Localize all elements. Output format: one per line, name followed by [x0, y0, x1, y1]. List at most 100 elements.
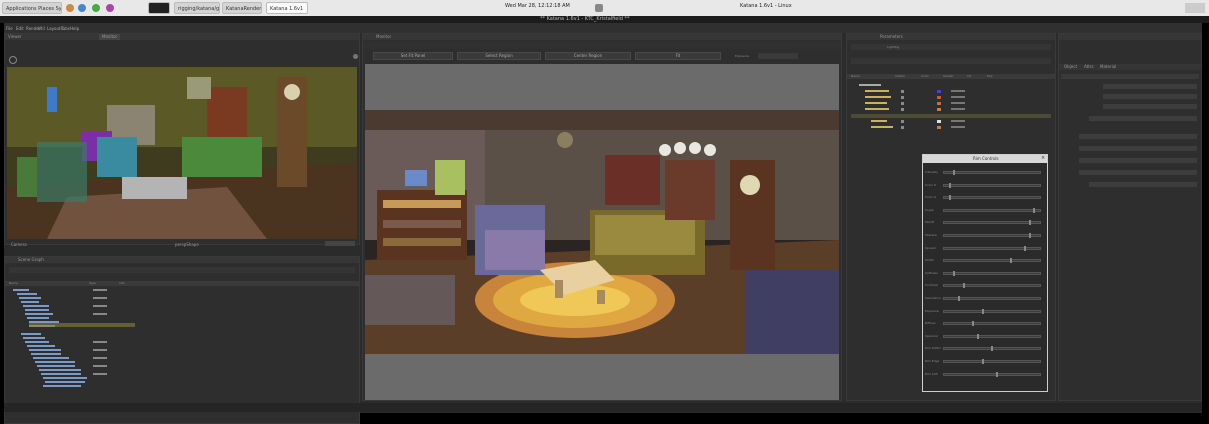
attrs-field-8[interactable]	[1079, 170, 1197, 175]
tab-viewer[interactable]: Viewer	[5, 34, 25, 40]
monitor-pane: Monitor Set Fit Panel Select Region Cent…	[362, 33, 842, 401]
camera-icon[interactable]	[353, 54, 358, 59]
menu-edit[interactable]: Edit	[16, 26, 24, 32]
os-tab-render[interactable]: KatanaRender	[222, 2, 262, 14]
files-icon[interactable]	[106, 4, 114, 12]
katana-app: File Edit Render Util Layouts Tabs Help …	[4, 23, 1202, 424]
tab-monitor[interactable]: Monitor	[99, 34, 121, 40]
rim-control-label: Rim Width	[925, 346, 941, 351]
rim-control-slider[interactable]	[943, 195, 1041, 201]
menu-file[interactable]: File	[6, 26, 13, 32]
rim-control-slider[interactable]	[943, 270, 1041, 276]
mail-icon[interactable]	[78, 4, 86, 12]
viewer-tabbar: Viewer Monitor	[5, 34, 359, 40]
menu-bar: File Edit Render Util Layouts Tabs Help	[4, 23, 1202, 33]
os-app-menu[interactable]: Applications Places System	[2, 2, 62, 14]
rim-control-slider[interactable]	[943, 359, 1041, 364]
rim-control-slider[interactable]	[943, 170, 1041, 175]
tab-scenegraph[interactable]: Scene Graph	[15, 257, 47, 263]
slider-knob[interactable]	[1009, 258, 1012, 264]
rim-control-slider[interactable]	[943, 346, 1041, 352]
attrs-field-7[interactable]	[1079, 158, 1197, 163]
terminal-icon[interactable]	[92, 4, 100, 12]
rim-control-slider[interactable]	[943, 283, 1041, 289]
attrs-field-2[interactable]	[1103, 94, 1197, 99]
attrs-field-4[interactable]	[1089, 116, 1197, 121]
slider-knob[interactable]	[953, 270, 956, 276]
tab-parameters[interactable]: Parameters	[877, 34, 906, 40]
scenegraph-tree[interactable]	[9, 289, 139, 419]
viewer-camera-label: perspShape	[175, 242, 199, 247]
attrs-field-9[interactable]	[1089, 182, 1197, 187]
browser-icon[interactable]	[66, 4, 74, 12]
slider-knob[interactable]	[981, 308, 984, 314]
slider-knob[interactable]	[972, 321, 975, 327]
center-region-button[interactable]: Center Region	[545, 52, 631, 60]
os-tab-katana[interactable]: Katana 1.6v1	[266, 2, 308, 14]
slider-knob[interactable]	[1033, 207, 1036, 213]
slider-knob[interactable]	[962, 283, 965, 289]
tab-monitor-main[interactable]: Monitor	[373, 34, 394, 40]
attrs-field-3[interactable]	[1103, 104, 1197, 109]
rim-control-slider[interactable]	[943, 182, 1041, 188]
slider-knob[interactable]	[995, 371, 998, 377]
slider-knob[interactable]	[991, 346, 993, 352]
col-type: Type	[89, 281, 96, 285]
viewer-viewport[interactable]	[7, 67, 357, 239]
attrs-field-6[interactable]	[1079, 146, 1197, 151]
viewer-icon[interactable]	[9, 56, 17, 64]
scenegraph-toolbar[interactable]	[9, 267, 355, 273]
lights-col-shader: Shader	[943, 74, 954, 78]
attrs-tab-attrs[interactable]: Attrs	[1081, 64, 1097, 70]
os-clock: Wed Mar 28, 12:12:18 AM	[505, 3, 570, 9]
menu-util[interactable]: Util	[38, 26, 45, 32]
attrs-tab-material[interactable]: Material	[1097, 64, 1119, 70]
rim-control-slider[interactable]	[943, 258, 1041, 264]
os-tab-terminal[interactable]	[148, 2, 170, 14]
lights-list[interactable]	[851, 82, 1051, 142]
timeline-bar[interactable]	[4, 403, 1202, 412]
attrs-field-1[interactable]	[1103, 84, 1197, 89]
params-toolbar[interactable]: LightRig	[851, 44, 1051, 50]
rim-control-slider[interactable]	[943, 333, 1041, 339]
window-controls[interactable]	[1185, 3, 1205, 13]
rim-control-slider[interactable]	[943, 207, 1041, 213]
rim-control-label: Color R	[925, 182, 936, 187]
rim-controls-titlebar[interactable]: Rim Controls ×	[923, 155, 1047, 163]
volume-icon[interactable]	[595, 4, 603, 12]
slider-knob[interactable]	[948, 195, 951, 201]
attrs-section-header[interactable]	[1061, 74, 1199, 79]
menu-help[interactable]: Help	[70, 26, 79, 32]
rim-control-label: Softness	[925, 270, 938, 275]
menu-tabs[interactable]: Tabs	[61, 26, 70, 32]
slider-knob[interactable]	[958, 296, 961, 301]
slider-knob[interactable]	[1028, 220, 1031, 226]
attrs-tab-object[interactable]: Object	[1061, 64, 1080, 70]
params-options-row[interactable]	[851, 58, 1051, 64]
rim-control-slider[interactable]	[943, 296, 1041, 301]
viewer-toolbar[interactable]	[325, 241, 355, 246]
exposure-field[interactable]	[758, 53, 798, 59]
close-icon[interactable]: ×	[1041, 155, 1045, 161]
rim-controls-dialog: Rim Controls × Intensity Color R Color G An…	[922, 154, 1048, 392]
window-titlebar: ** Katana 1.6v1 - KTC_Kristalfield **	[0, 16, 1209, 23]
rim-control-slider[interactable]	[943, 220, 1041, 226]
fit-button[interactable]: Fit	[635, 52, 721, 60]
select-region-button[interactable]: Select Region	[457, 52, 541, 60]
rim-control-slider[interactable]	[943, 233, 1041, 238]
slider-knob[interactable]	[953, 170, 956, 175]
rim-control-slider[interactable]	[943, 371, 1041, 377]
rim-control-slider[interactable]	[943, 321, 1041, 327]
rim-control-slider[interactable]	[943, 245, 1041, 251]
rim-control-slider[interactable]	[943, 308, 1041, 314]
slider-knob[interactable]	[1023, 245, 1026, 251]
os-tab-rigging[interactable]: rigging/katana/gpu	[174, 2, 220, 14]
slider-knob[interactable]	[976, 333, 979, 339]
slider-knob[interactable]	[1028, 233, 1031, 238]
viewer-pane: Viewer Monitor Camera perspShape	[4, 33, 360, 247]
render-viewport[interactable]	[365, 64, 839, 400]
attrs-field-5[interactable]	[1079, 134, 1197, 139]
set-fit-panel-button[interactable]: Set Fit Panel	[373, 52, 453, 60]
slider-knob[interactable]	[981, 359, 984, 364]
slider-knob[interactable]	[948, 182, 951, 188]
